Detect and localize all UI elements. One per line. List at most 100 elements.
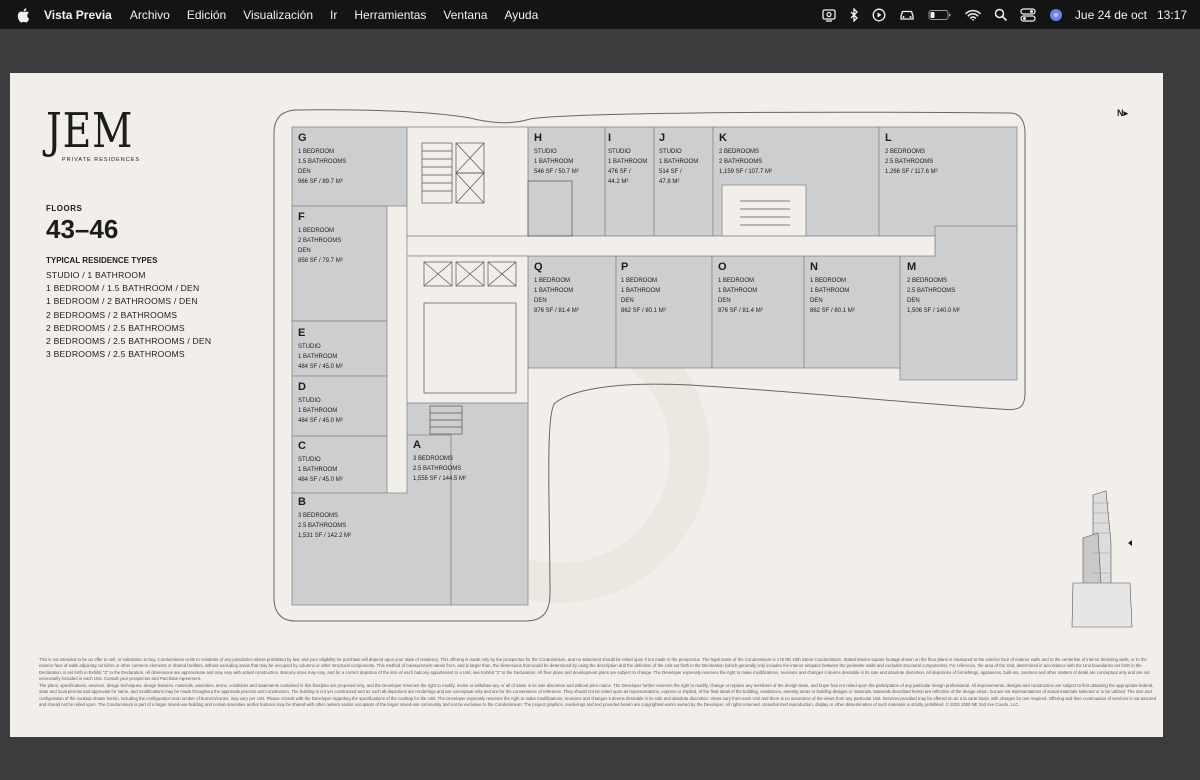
stair-k: [721, 184, 807, 237]
unit-detail: 1 BATHROOM: [718, 288, 758, 294]
unit-detail: 1 BEDROOM: [534, 278, 571, 284]
unit-detail: 2 BEDROOMS: [719, 149, 760, 155]
menu-ayuda[interactable]: Ayuda: [504, 8, 538, 22]
play-icon[interactable]: [872, 8, 886, 22]
unit-code: L: [885, 132, 892, 144]
unit-area: 484 SF / 45.0 M²: [298, 418, 343, 424]
unit-label-i: I STUDIO 1 BATHROOM 476 SF / 44.2 M²: [608, 131, 647, 187]
floor-plan-drawing: [273, 109, 1133, 628]
tower-illustration: [1071, 490, 1133, 628]
residence-type-item: STUDIO / 1 BATHROOM: [46, 270, 146, 280]
wifi-icon[interactable]: [965, 9, 981, 21]
menubar-clock[interactable]: Jue 24 de oct 13:17: [1075, 8, 1187, 22]
unit-detail: 1.5 BATHROOMS: [298, 159, 347, 165]
control-center-icon[interactable]: [1020, 7, 1036, 22]
unit-code: D: [298, 381, 306, 393]
residence-types-title: TYPICAL RESIDENCE TYPES: [46, 256, 158, 265]
unit-detail: 2.5 BATHROOMS: [907, 288, 956, 294]
menu-herramientas[interactable]: Herramientas: [354, 8, 426, 22]
unit-detail: 1 BATHROOM: [534, 288, 574, 294]
brand-logo-text: JEM: [46, 103, 134, 159]
unit-detail: 3 BEDROOMS: [298, 513, 339, 519]
unit-code: K: [719, 132, 727, 144]
menu-ventana[interactable]: Ventana: [443, 8, 487, 22]
unit-label-c: C STUDIO 1 BATHROOM 484 SF / 45.0 M²: [298, 439, 343, 485]
residence-type-item: 3 BEDROOMS / 2.5 BATHROOMS: [46, 349, 185, 360]
unit-detail: DEN: [907, 298, 920, 304]
unit-area: 514 SF /: [659, 169, 682, 175]
floors-value: 43–46: [46, 214, 119, 244]
unit-detail: 1 BATHROOM: [298, 354, 338, 360]
residence-types-list: STUDIO / 1 BATHROOM 1 BEDROOM / 1.5 BATH…: [46, 269, 211, 361]
unit-area: 862 SF / 80.1 M²: [621, 308, 666, 314]
unit-detail: DEN: [298, 169, 311, 175]
unit-code: B: [298, 496, 306, 508]
unit-detail: STUDIO: [608, 149, 631, 155]
unit-area: 1,531 SF / 142.2 M²: [298, 533, 352, 539]
menu-app-name[interactable]: Vista Previa: [44, 8, 112, 22]
unit-detail: 2 BATHROOMS: [298, 238, 342, 244]
battery-icon[interactable]: [928, 9, 952, 21]
unit-code: J: [659, 132, 666, 144]
unit-area: 44.2 M²: [608, 179, 629, 185]
menu-ir[interactable]: Ir: [330, 8, 337, 22]
bluetooth-icon[interactable]: [849, 7, 859, 22]
unit-code: P: [621, 261, 629, 273]
unit-area: 876 SF / 81.4 M²: [718, 308, 763, 314]
unit-code: M: [907, 261, 917, 273]
unit-label-b: B 3 BEDROOMS 2.5 BATHROOMS 1,531 SF / 14…: [298, 495, 351, 541]
unit-label-k: K 2 BEDROOMS 2 BATHROOMS 1,159 SF / 107.…: [719, 131, 772, 177]
unit-code: Q: [534, 261, 543, 273]
residence-type-item: 2 BEDROOMS / 2 BATHROOMS: [46, 309, 178, 320]
unit-detail: 1 BATHROOM: [298, 467, 338, 473]
unit-code: F: [298, 211, 305, 223]
apple-logo-icon[interactable]: [16, 7, 30, 23]
core-lower: [406, 255, 529, 404]
core-upper: [406, 126, 529, 237]
unit-area: 546 SF / 50.7 M²: [534, 169, 579, 175]
residence-type-item: 2 BEDROOMS / 2.5 BATHROOMS / DEN: [46, 336, 212, 347]
unit-code: E: [298, 327, 306, 339]
unit-detail: DEN: [534, 298, 547, 304]
unit-detail: DEN: [810, 298, 823, 304]
unit-detail: DEN: [621, 298, 634, 304]
unit-area: 858 SF / 79.7 M²: [298, 258, 343, 264]
unit-area: 862 SF / 80.1 M²: [810, 308, 855, 314]
residence-type-item: 1 BEDROOM / 2 BATHROOMS / DEN: [46, 296, 198, 307]
unit-area: 1,159 SF / 107.7 M²: [719, 169, 773, 175]
menu-edicion[interactable]: Edición: [187, 8, 226, 22]
residence-type-item: 1 BEDROOM / 1.5 BATHROOM / DEN: [46, 283, 200, 294]
legal-disclaimer: This is not intended to be an offer to s…: [39, 657, 1162, 709]
unit-detail: 2.5 BATHROOMS: [885, 159, 934, 165]
unit-detail: STUDIO: [659, 149, 682, 155]
unit-detail: DEN: [718, 298, 731, 304]
unit-label-n: N 1 BEDROOM 1 BATHROOM DEN 862 SF / 80.1…: [810, 260, 855, 316]
menu-archivo[interactable]: Archivo: [130, 8, 170, 22]
spotlight-search-icon[interactable]: [994, 8, 1007, 21]
unit-label-a: A 3 BEDROOMS 2.5 BATHROOMS 1,555 SF / 14…: [413, 438, 466, 484]
screen-mirror-icon[interactable]: [822, 8, 836, 22]
siri-icon[interactable]: [1049, 8, 1063, 22]
unit-detail: 1 BEDROOM: [298, 228, 335, 234]
unit-detail: 2 BEDROOMS: [885, 149, 926, 155]
car-icon[interactable]: [899, 9, 915, 21]
unit-detail: 2.5 BATHROOMS: [298, 523, 347, 529]
unit-area: 1,555 SF / 144.5 M²: [413, 476, 467, 482]
unit-detail: 1 BATHROOM: [534, 159, 574, 165]
status-area: Jue 24 de oct 13:17: [809, 0, 1187, 29]
unit-area: 876 SF / 81.4 M²: [534, 308, 579, 314]
unit-detail: 1 BATHROOM: [621, 288, 661, 294]
unit-detail: 1 BEDROOM: [298, 149, 335, 155]
brand-logo: JEM PRIVATE RESIDENCES: [46, 105, 152, 163]
unit-detail: 2 BEDROOMS: [907, 278, 948, 284]
unit-detail: DEN: [298, 248, 311, 254]
unit-area: 484 SF / 45.0 M²: [298, 364, 343, 370]
unit-detail: 2 BATHROOMS: [719, 159, 763, 165]
unit-area: 47.8 M²: [659, 179, 680, 185]
unit-area: 484 SF / 45.0 M²: [298, 477, 343, 483]
unit-detail: 1 BATHROOM: [659, 159, 699, 165]
menu-visualizacion[interactable]: Visualización: [243, 8, 313, 22]
clock-date: Jue 24 de oct: [1074, 7, 1147, 22]
unit-label-f: F 1 BEDROOM 2 BATHROOMS DEN 858 SF / 79.…: [298, 210, 343, 266]
unit-detail: 1 BEDROOM: [621, 278, 658, 284]
